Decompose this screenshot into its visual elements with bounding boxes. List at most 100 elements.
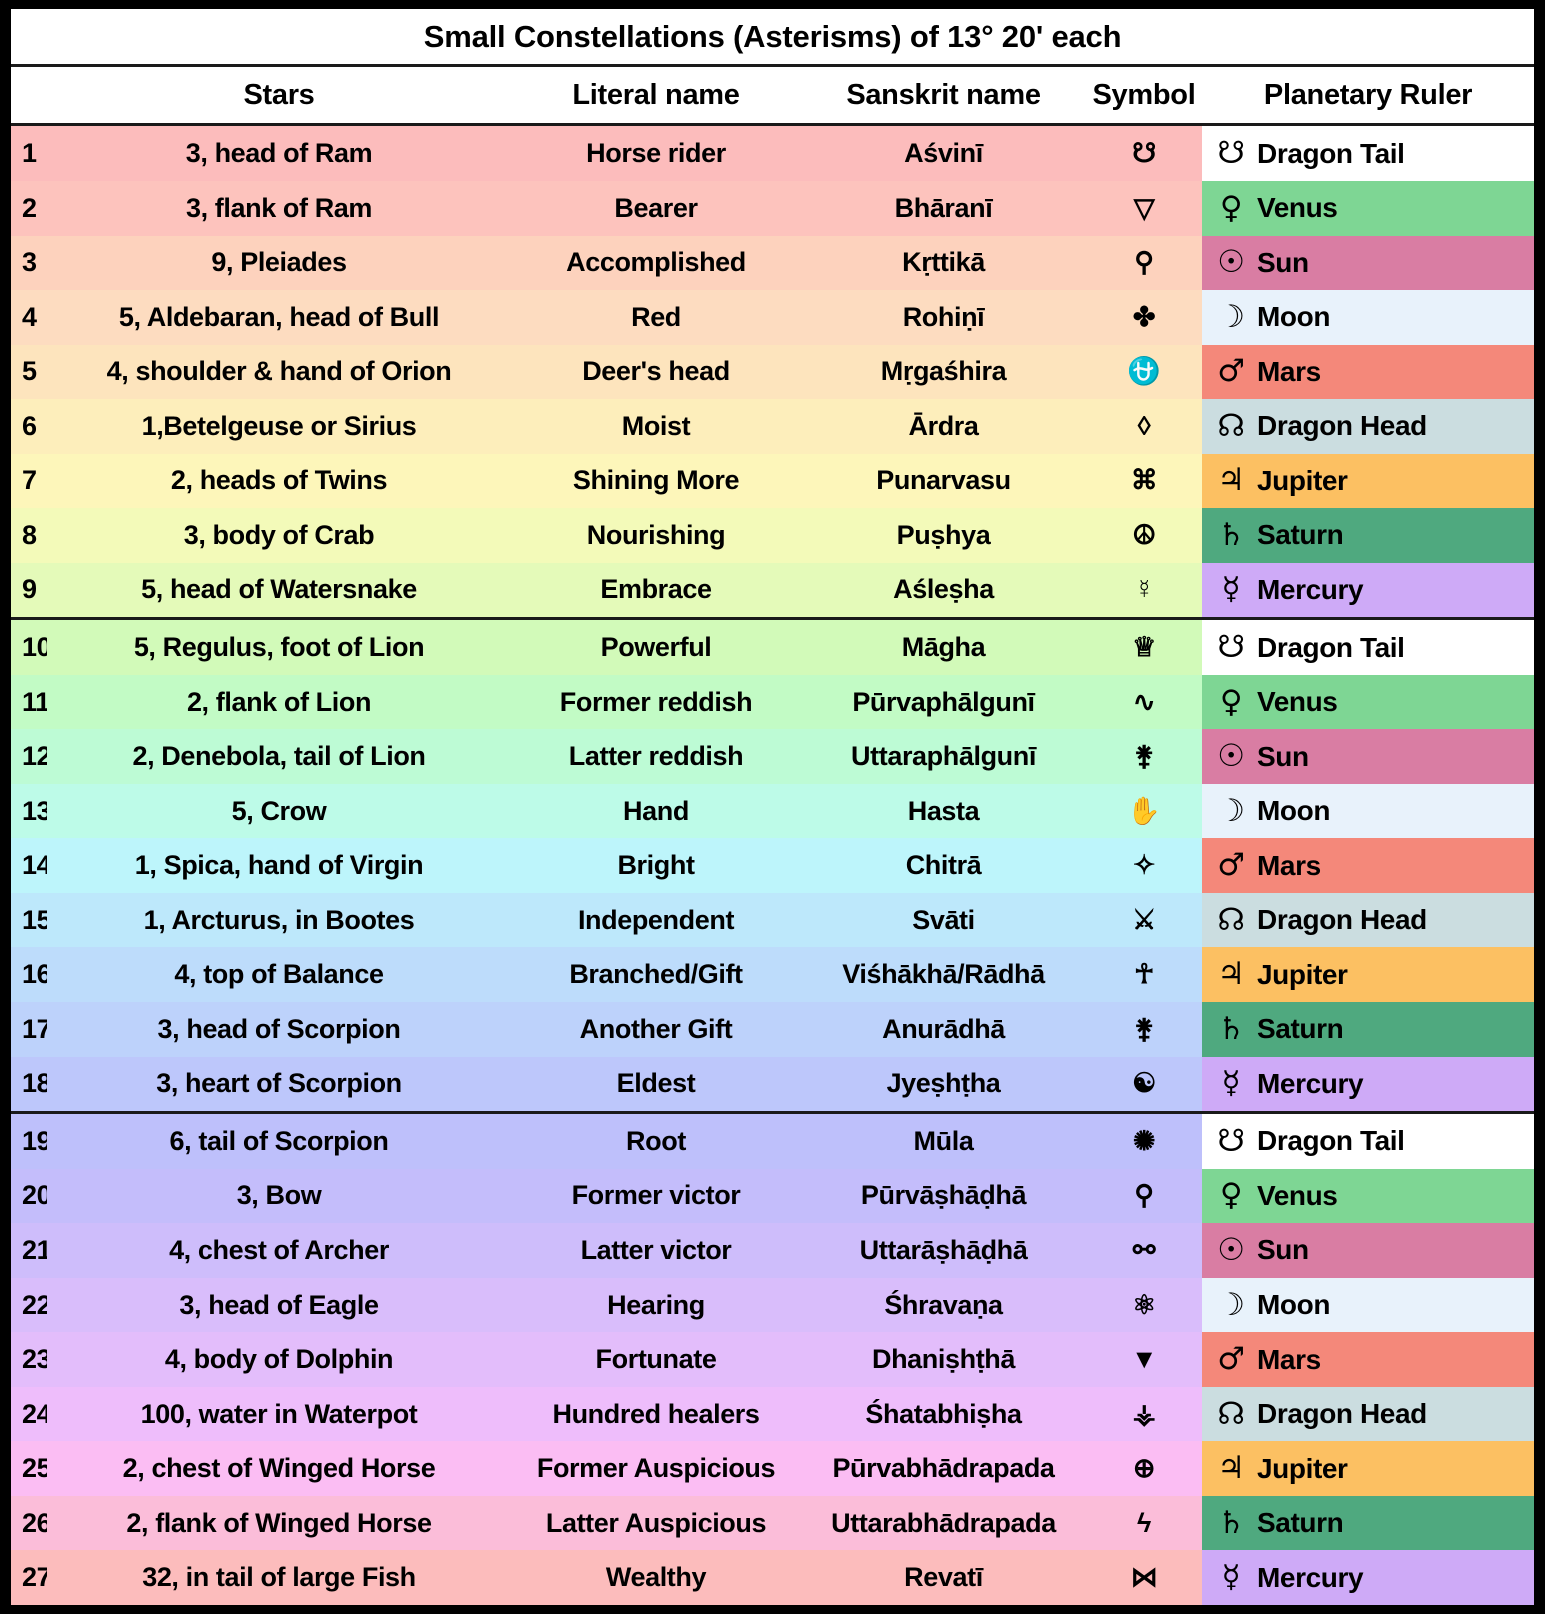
row-number: 13	[11, 783, 47, 839]
mars-icon: ♂	[1217, 353, 1245, 390]
cell-planetary-ruler: ♃ Jupiter	[1202, 453, 1535, 509]
coral-shoot-symbol: ⚔	[1086, 892, 1202, 948]
planetary-ruler-label: Dragon Tail	[1257, 1125, 1405, 1157]
crown-symbol: ♕	[1086, 618, 1202, 675]
cell-sanskrit-name: Kṛttikā	[801, 235, 1086, 291]
cell-planetary-ruler: ♀ Venus	[1202, 674, 1535, 730]
table-row: 17 3, head of Scorpion Another Gift Anurādh…	[11, 1002, 1535, 1057]
table-row: 14 1, Spica, hand of Virgin Bright Chitrā ✧ ♂…	[11, 838, 1535, 893]
venus-icon: ♀	[1219, 189, 1243, 226]
cell-literal-name: Former Auspicious	[511, 1441, 801, 1496]
cell-sanskrit-name: Dhaniṣhṭhā	[801, 1332, 1086, 1387]
cell-stars: 3, flank of Ram	[47, 180, 511, 236]
planetary-ruler-label: Sun	[1257, 246, 1309, 278]
cell-stars: 4, body of Dolphin	[47, 1332, 511, 1387]
cell-planetary-ruler: ♂ Mars	[1202, 838, 1535, 893]
cell-literal-name: Former victor	[511, 1168, 801, 1224]
cell-sanskrit-name: Uttarāṣhāḍhā	[801, 1223, 1086, 1278]
jupiter-icon: ♃	[1217, 462, 1245, 499]
empty-circle-symbol: ⚶	[1086, 1386, 1202, 1442]
cell-stars: 3, body of Crab	[47, 508, 511, 563]
row-number: 15	[11, 892, 47, 948]
row-number: 14	[11, 838, 47, 893]
tied-roots-symbol: ✺	[1086, 1112, 1202, 1169]
cell-sanskrit-name: Puṣhya	[801, 508, 1086, 563]
table-row: 1 3, head of Ram Horse rider Aśvinī ☋ ☋ Dragon…	[11, 124, 1535, 181]
planetary-ruler-label: Jupiter	[1257, 464, 1348, 496]
row-number: 17	[11, 1002, 47, 1057]
mercury-icon: ☿	[1221, 1559, 1241, 1596]
cell-planetary-ruler: ♃ Jupiter	[1202, 947, 1535, 1003]
row-number: 23	[11, 1332, 47, 1387]
cell-sanskrit-name: Pūrvabhādrapada	[801, 1441, 1086, 1496]
row-number: 27	[11, 1550, 47, 1605]
row-number: 12	[11, 729, 47, 784]
row-number: 9	[11, 562, 47, 621]
row-number: 5	[11, 344, 47, 400]
cell-literal-name: Horse rider	[511, 124, 801, 181]
lotus-symbol: ⚵	[1086, 1002, 1202, 1057]
row-number: 7	[11, 453, 47, 509]
table-row: 6 1,Betelgeuse or Sirius Moist Ārdra ◊ ☊ Drago…	[11, 399, 1535, 454]
column-header-stars: Stars	[47, 65, 511, 127]
earring-symbol: ☯	[1086, 1056, 1202, 1115]
sun-icon: ☉	[1217, 244, 1245, 281]
planetary-ruler-label: Mars	[1257, 1343, 1321, 1375]
cell-planetary-ruler: ☋ Dragon Tail	[1202, 1112, 1535, 1169]
moon-icon: ☽	[1217, 1286, 1245, 1323]
page-title: Small Constellations (Asterisms) of 13° …	[11, 9, 1535, 68]
cell-stars: 2, heads of Twins	[47, 453, 511, 509]
cell-stars: 32, in tail of large Fish	[47, 1550, 511, 1605]
cell-literal-name: Fortunate	[511, 1332, 801, 1387]
column-header-sanskrit-name: Sanskrit name	[801, 65, 1086, 127]
cell-literal-name: Bearer	[511, 180, 801, 236]
jupiter-icon: ♃	[1217, 1450, 1245, 1487]
planetary-ruler-label: Mars	[1257, 849, 1321, 881]
cell-planetary-ruler: ♄ Saturn	[1202, 1495, 1535, 1551]
razor-flame-symbol: ⚲	[1086, 235, 1202, 291]
cell-planetary-ruler: ☊ Dragon Head	[1202, 1386, 1535, 1442]
table-row: 21 4, chest of Archer Latter victor Uttarāṣ…	[11, 1223, 1535, 1278]
cell-sanskrit-name: Mūla	[801, 1112, 1086, 1169]
cell-stars: 1, Spica, hand of Virgin	[47, 838, 511, 893]
row-number: 21	[11, 1223, 47, 1278]
dragon-head-icon: ☊	[1217, 1395, 1245, 1432]
saturn-icon: ♄	[1217, 1010, 1245, 1047]
archway-symbol: ☥	[1086, 947, 1202, 1003]
cell-sanskrit-name: Śhatabhiṣha	[801, 1386, 1086, 1442]
cell-sanskrit-name: Pūrvāṣhāḍhā	[801, 1168, 1086, 1224]
table-row: 13 5, Crow Hand Hasta ✋ ☽ Moon	[11, 783, 1535, 839]
cell-sanskrit-name: Mṛgaśhira	[801, 344, 1086, 400]
dragon-tail-icon: ☋	[1217, 629, 1245, 666]
dragon-tail-icon: ☋	[1217, 135, 1245, 172]
planetary-ruler-label: Moon	[1257, 795, 1331, 827]
cell-stars: 2, Denebola, tail of Lion	[47, 729, 511, 784]
bed-figure-symbol: ⚵	[1086, 729, 1202, 784]
row-number: 19	[11, 1112, 47, 1169]
cell-stars: 2, chest of Winged Horse	[47, 1441, 511, 1496]
cell-planetary-ruler: ☽ Moon	[1202, 783, 1535, 839]
cell-sanskrit-name: Revatī	[801, 1550, 1086, 1605]
cell-literal-name: Another Gift	[511, 1002, 801, 1057]
twin-serpent-symbol: ϟ	[1086, 1495, 1202, 1551]
table-row: 25 2, chest of Winged Horse Former Auspici…	[11, 1441, 1535, 1496]
cell-stars: 3, head of Ram	[47, 124, 511, 181]
table-row: 105, Regulus, foot of LionPowerfulMāgha♕…	[11, 618, 1535, 675]
cell-sanskrit-name: Rohiṇī	[801, 290, 1086, 345]
venus-icon: ♀	[1219, 683, 1243, 720]
swordface-symbol: ⊕	[1086, 1441, 1202, 1496]
cell-literal-name: Powerful	[511, 618, 801, 675]
planetary-ruler-label: Mars	[1257, 355, 1321, 387]
table-row: 22 3, head of Eagle Hearing Śhravaṇa ⚛ ☽ Moon	[11, 1277, 1535, 1333]
mercury-icon: ☿	[1221, 1065, 1241, 1102]
cell-literal-name: Bright	[511, 838, 801, 893]
cell-stars: 5, Regulus, foot of Lion	[47, 618, 511, 675]
quiver-symbol: ⌘	[1086, 453, 1202, 509]
cell-sanskrit-name: Chitrā	[801, 838, 1086, 893]
cell-stars: 3, head of Scorpion	[47, 1002, 511, 1057]
table-row: 15 1, Arcturus, in Bootes Independent Svāti…	[11, 892, 1535, 948]
cell-planetary-ruler: ♀ Venus	[1202, 1168, 1535, 1224]
cell-stars: 1, Arcturus, in Bootes	[47, 892, 511, 948]
planetary-ruler-label: Dragon Head	[1257, 904, 1427, 936]
dragon-tail-icon: ☋	[1217, 1122, 1245, 1159]
